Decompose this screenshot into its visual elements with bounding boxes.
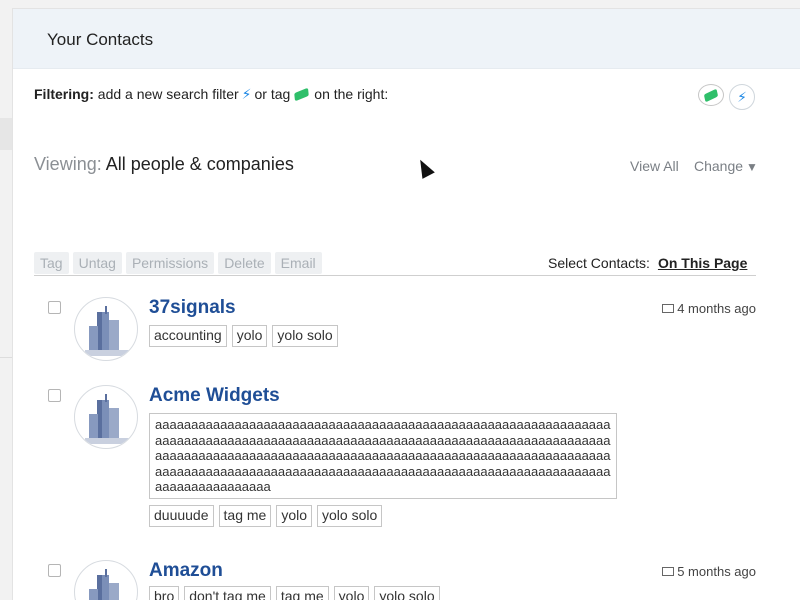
date-text: 4 months ago [677,301,756,316]
tag-chip[interactable]: yolo [333,586,370,600]
tag-chip[interactable]: yolo solo [317,505,383,527]
contact-checkbox[interactable] [48,564,61,577]
filter-text-3: on the right: [314,86,389,102]
select-contacts-label: Select Contacts: [548,255,650,271]
contact-note: aaaaaaaaaaaaaaaaaaaaaaaaaaaaaaaaaaaaaaaa… [149,413,617,499]
tag-chip[interactable]: accounting [149,325,227,347]
select-on-this-page-link[interactable]: On This Page [658,255,747,271]
viewing-value: All people & companies [105,154,294,174]
contact-name-link[interactable]: Amazon [149,560,223,582]
tag-chip[interactable]: yolo [276,505,313,527]
viewing-line: Viewing: All people & companies [34,154,294,175]
building-icon [85,306,129,356]
avatar[interactable] [74,297,138,361]
untag-button[interactable]: Untag [72,252,122,274]
tag-chip[interactable]: yolo solo [374,586,440,600]
triangle-down-icon: ▼ [746,160,758,174]
building-icon [85,394,129,444]
change-view-dropdown[interactable]: Change ▼ [694,158,758,174]
email-button[interactable]: Email [274,252,322,274]
add-search-filter-button[interactable]: ⚡ [729,84,755,110]
tag-chip[interactable]: bro [149,586,180,600]
tag-icon [294,87,310,102]
tag-chip[interactable]: don't tag me [184,586,271,600]
contact-checkbox[interactable] [48,389,61,402]
bolt-icon: ⚡ [737,88,747,105]
select-contacts: Select Contacts: On This Page [548,255,747,271]
tag-chip[interactable]: yolo solo [272,325,338,347]
last-contact-date: 4 months ago [662,301,756,316]
add-tag-filter-button[interactable] [698,84,724,106]
bolt-icon: ⚡ [241,86,252,102]
contact-checkbox[interactable] [48,301,61,314]
contact-name-link[interactable]: 37signals [149,297,236,319]
side-panel-edge [0,118,12,150]
tag-chip[interactable]: duuuude [149,505,214,527]
viewing-label: Viewing: [34,154,102,174]
tag-list: bro don't tag me tag me yolo yolo solo [149,586,440,600]
last-contact-date: 5 months ago [662,564,756,579]
tag-chip[interactable]: tag me [275,586,329,600]
tag-list: duuuude tag me yolo yolo solo [149,505,383,527]
tag-button[interactable]: Tag [34,252,69,274]
date-text: 5 months ago [677,564,756,579]
filter-label: Filtering: [34,86,94,102]
tag-chip[interactable]: yolo [231,325,268,347]
page-title: Your Contacts [13,9,800,69]
avatar[interactable] [74,385,138,449]
tag-chip[interactable]: tag me [218,505,272,527]
contact-name-link[interactable]: Acme Widgets [149,385,280,407]
tag-list: accounting yolo yolo solo [149,325,338,347]
list-divider [34,275,756,276]
permissions-button[interactable]: Permissions [125,252,215,274]
delete-button[interactable]: Delete [218,252,271,274]
filter-text-2: or tag [254,86,291,102]
change-label: Change [694,158,744,174]
side-divider [0,357,12,358]
mail-icon [662,304,675,313]
tag-icon [703,88,719,102]
mail-icon [662,567,675,576]
view-all-link[interactable]: View All [630,158,679,174]
filter-hint: Filtering: add a new search filter ⚡ or ta… [34,86,388,103]
filter-text-1: add a new search filter [97,86,239,102]
bulk-action-toolbar: Tag Untag Permissions Delete Email [34,252,322,274]
